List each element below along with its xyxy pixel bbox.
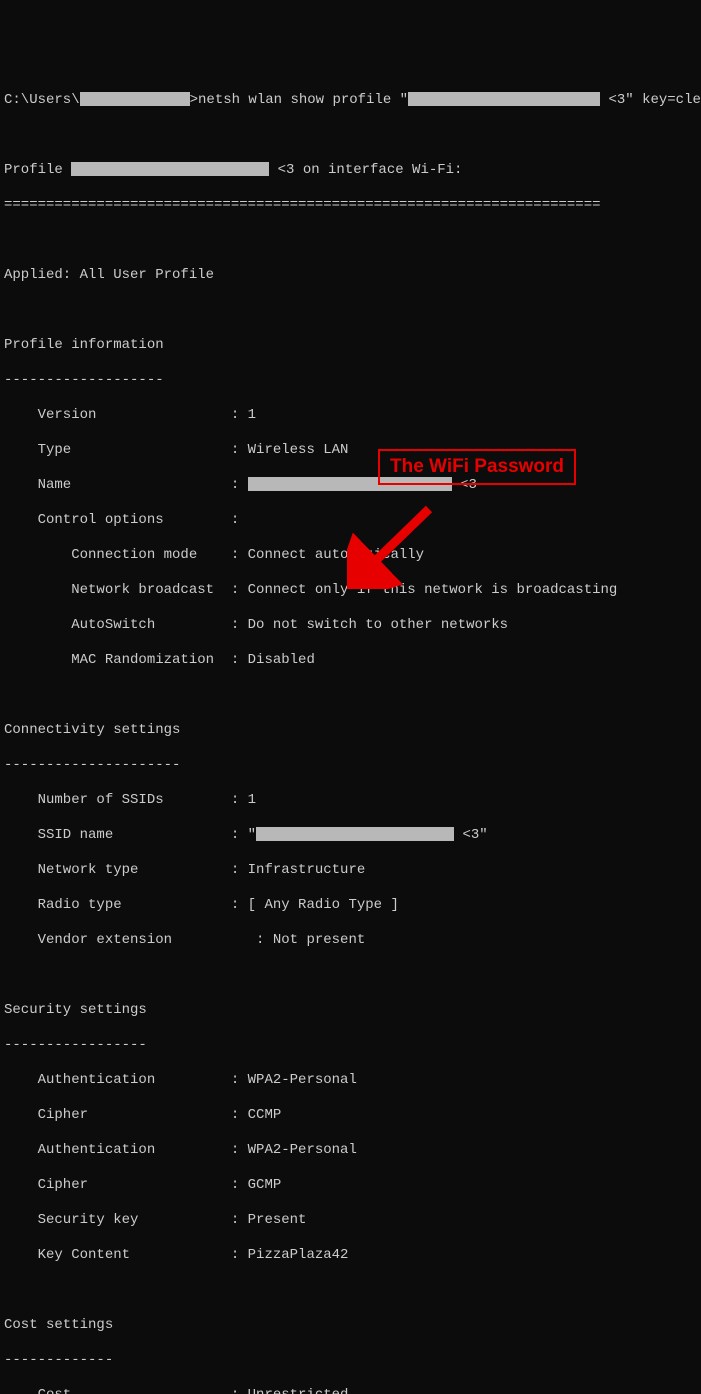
- type-value: Wireless LAN: [248, 442, 349, 458]
- num-ssids-value: 1: [248, 792, 256, 808]
- terminal-output: C:\Users\>netsh wlan show profile " <3" …: [4, 74, 697, 1394]
- section-dash: -------------: [4, 1352, 697, 1370]
- cost-value: Unrestricted: [248, 1387, 349, 1394]
- authentication-value: WPA2-Personal: [248, 1142, 357, 1158]
- redacted-profile-name: [71, 162, 269, 176]
- cipher-value: GCMP: [248, 1177, 282, 1193]
- vendor-extension-value: Not present: [273, 932, 365, 948]
- applied-line: Applied: All User Profile: [4, 267, 697, 285]
- connection-mode-value: Connect automatically: [248, 547, 424, 563]
- section-title-profile-info: Profile information: [4, 337, 697, 355]
- redacted-profile-arg: [408, 92, 600, 106]
- profile-header-line: Profile <3 on interface Wi-Fi:: [4, 162, 697, 180]
- section-title-connectivity: Connectivity settings: [4, 722, 697, 740]
- section-title-cost: Cost settings: [4, 1317, 697, 1335]
- cipher-value: CCMP: [248, 1107, 282, 1123]
- divider-line: ========================================…: [4, 197, 697, 215]
- authentication-value: WPA2-Personal: [248, 1072, 357, 1088]
- network-broadcast-value: Connect only if this network is broadcas…: [248, 582, 618, 598]
- mac-randomization-value: Disabled: [248, 652, 315, 668]
- radio-type-value: [ Any Radio Type ]: [248, 897, 399, 913]
- key-content-value: PizzaPlaza42: [248, 1247, 349, 1263]
- annotation-label: The WiFi Password: [378, 449, 576, 485]
- security-key-value: Present: [248, 1212, 307, 1228]
- network-type-value: Infrastructure: [248, 862, 366, 878]
- section-dash: ---------------------: [4, 757, 697, 775]
- section-title-security: Security settings: [4, 1002, 697, 1020]
- redacted-ssid: [256, 827, 454, 841]
- version-value: 1: [248, 407, 256, 423]
- redacted-username: [80, 92, 190, 106]
- autoswitch-value: Do not switch to other networks: [248, 617, 508, 633]
- section-dash: -----------------: [4, 1037, 697, 1055]
- command-line: C:\Users\>netsh wlan show profile " <3" …: [4, 92, 697, 110]
- section-dash: -------------------: [4, 372, 697, 390]
